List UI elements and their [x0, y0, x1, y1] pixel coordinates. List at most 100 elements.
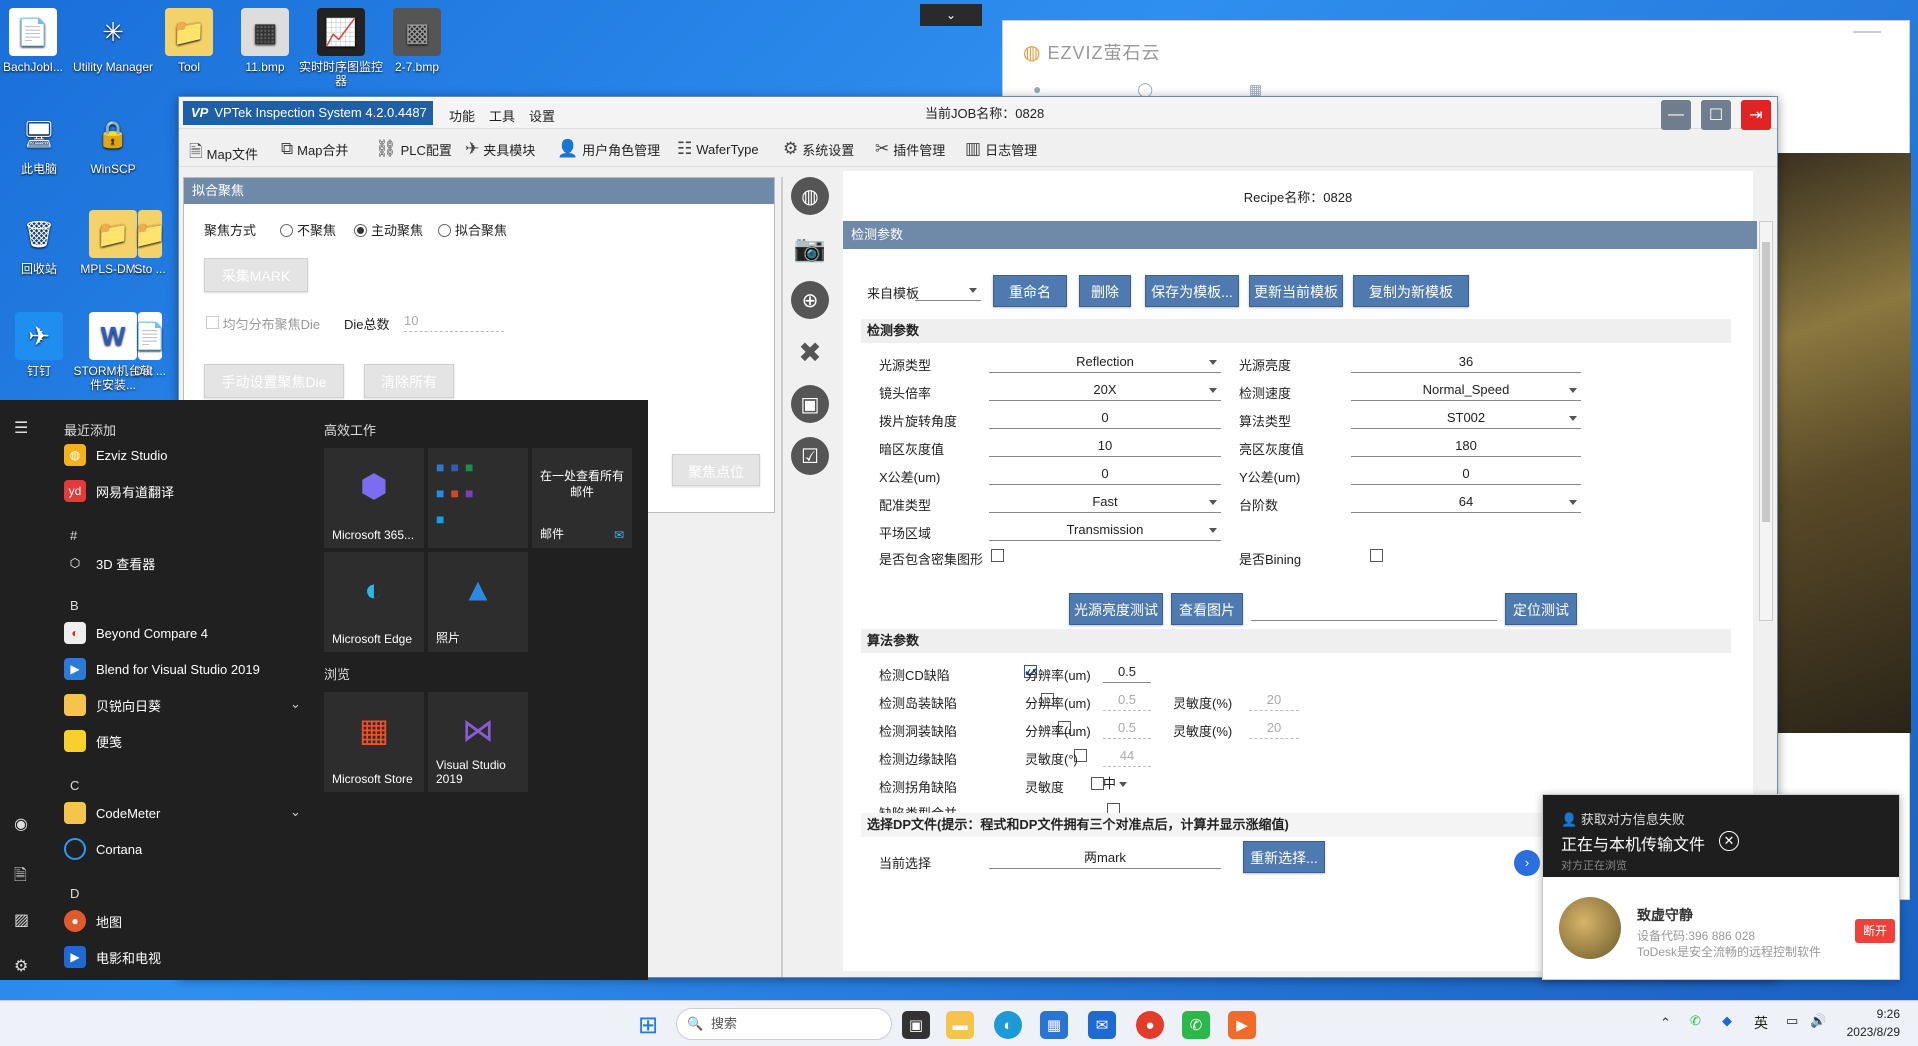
settings-gear-icon[interactable]: ⚙ [14, 956, 28, 976]
app-sticky-notes[interactable]: 便笺 [64, 730, 122, 752]
wafer-map-icon[interactable]: ◍ [791, 177, 829, 215]
menu-settings[interactable]: 设置 [529, 106, 555, 125]
tile-visual-studio[interactable]: ⋈ Visual Studio 2019 [428, 692, 528, 792]
tile-mail[interactable]: 在一处查看所有邮件 邮件 ✉ [532, 448, 632, 548]
app-codemeter[interactable]: CodeMeter [64, 802, 160, 824]
manual-focus-die-button[interactable]: 手动设置聚焦Die [204, 364, 344, 398]
app-cortana[interactable]: Cortana [64, 838, 142, 860]
taskbar-search-box[interactable]: 🔍 搜索 [676, 1008, 892, 1040]
desktop-icon-winscp[interactable]: 🔒 WinSCP [68, 110, 158, 176]
desktop-icon-bachjob[interactable]: 📄 BachJobI... [0, 8, 78, 74]
wechat-icon[interactable]: ✆ [1182, 1011, 1210, 1039]
recipe-scrollbar[interactable] [1759, 221, 1773, 621]
clock-time[interactable]: 9:26 [1840, 1007, 1900, 1021]
tile-photos[interactable]: ▲ 照片 [428, 552, 528, 652]
minimize-button[interactable]: — [1661, 100, 1691, 130]
template-select[interactable] [915, 281, 981, 301]
tray-wechat-icon[interactable]: ✆ [1690, 1013, 1701, 1029]
close-button[interactable]: ⇥ [1741, 100, 1771, 130]
light-source-type-select[interactable]: Reflection [989, 353, 1221, 373]
windows-start-icon[interactable]: ⊞ [634, 1011, 662, 1039]
task-view-icon[interactable]: ▣ [902, 1011, 930, 1039]
flat-field-select[interactable]: Transmission [989, 521, 1221, 541]
toolbar-log-manage[interactable]: ▥ 日志管理 [965, 139, 1037, 159]
chevron-down-icon[interactable]: ⌄ [920, 4, 982, 26]
clock-date[interactable]: 2023/8/29 [1830, 1025, 1900, 1039]
die-total-field[interactable]: 10 [404, 312, 504, 332]
ezviz-minimize-icon[interactable] [1853, 21, 1881, 33]
island-sensitivity-input[interactable]: 20 [1249, 691, 1299, 711]
app-beyond-compare[interactable]: ◐ Beyond Compare 4 [64, 622, 208, 644]
volume-icon[interactable]: 🔊 [1810, 1013, 1826, 1029]
tools-icon[interactable]: ✖ [791, 333, 829, 371]
clear-all-button[interactable]: 清除所有 [364, 364, 454, 398]
tray-app-icon[interactable]: ◆ [1722, 1013, 1732, 1029]
section-letter[interactable]: D [70, 886, 79, 901]
rotation-angle-input[interactable]: 0 [989, 409, 1221, 429]
detect-speed-select[interactable]: Normal_Speed [1351, 381, 1581, 401]
expand-chevron-icon[interactable]: ⌄ [290, 804, 301, 820]
hamburger-icon[interactable]: ☰ [14, 418, 28, 438]
dark-gray-input[interactable]: 10 [989, 437, 1221, 457]
light-brightness-input[interactable]: 36 [1351, 353, 1581, 373]
scroll-thumb[interactable] [1762, 242, 1770, 522]
copy-as-new-template-button[interactable]: 复制为新模板 [1353, 275, 1469, 307]
app-youdao[interactable]: yd 网易有道翻译 [64, 480, 174, 502]
y-tolerance-input[interactable]: 0 [1351, 465, 1581, 485]
view-image-button[interactable]: 查看图片 [1171, 593, 1243, 625]
light-brightness-test-button[interactable]: 光源亮度测试 [1069, 593, 1163, 625]
camera-icon[interactable]: 📷 [791, 229, 829, 267]
app-maps[interactable]: ● 地图 [64, 910, 122, 932]
app-ezviz-studio[interactable]: ◍ Ezviz Studio [64, 444, 168, 466]
hole-sensitivity-input[interactable]: 20 [1249, 719, 1299, 739]
todesk-expand-button[interactable]: › [1514, 850, 1540, 876]
update-template-button[interactable]: 更新当前模板 [1249, 275, 1343, 307]
bining-checkbox[interactable] [1369, 549, 1383, 562]
app-movies-tv[interactable]: ▶ 电影和电视 [64, 946, 161, 968]
collect-mark-button[interactable]: 采集MARK [204, 258, 308, 292]
todesk-close-icon[interactable]: ✕ [1719, 831, 1739, 851]
uniform-die-checkbox[interactable]: 均匀分布聚焦Die [206, 314, 320, 333]
toolbar-fixture-module[interactable]: ✈ 夹具模块 [465, 139, 535, 159]
bright-gray-input[interactable]: 180 [1351, 437, 1581, 457]
toolbar-map-file[interactable]: 🗎 Map文件 [189, 139, 258, 168]
hole-resolution-input[interactable]: 0.5 [1103, 719, 1151, 739]
desktop-icon-27bmp[interactable]: ▩ 2-7.bmp [372, 8, 462, 74]
toolbar-system-settings[interactable]: ⚙ 系统设置 [783, 139, 854, 159]
dense-pattern-checkbox[interactable] [991, 549, 1004, 562]
island-resolution-input[interactable]: 0.5 [1103, 691, 1151, 711]
app-blend-vs[interactable]: ▶ Blend for Visual Studio 2019 [64, 658, 260, 680]
edge-sensitivity-input[interactable]: 44 [1103, 747, 1151, 767]
menu-function[interactable]: 功能 [449, 106, 475, 125]
position-test-button[interactable]: 定位测试 [1505, 593, 1577, 625]
delete-button[interactable]: 删除 [1079, 275, 1131, 307]
toolbar-map-merge[interactable]: ⧉ Map合并 [281, 139, 348, 159]
tile-office-apps[interactable]: ■■■ ■■■ ■ [428, 448, 528, 548]
user-avatar-icon[interactable]: ◉ [14, 814, 28, 834]
radio-active-focus[interactable]: 主动聚焦 [354, 220, 423, 239]
toolbar-plc-config[interactable]: ⛓ PLC配置 [375, 139, 452, 159]
tile-edge[interactable]: ◐ Microsoft Edge [324, 552, 424, 652]
tile-microsoft-365[interactable]: ⬢ Microsoft 365... [324, 448, 424, 548]
expand-chevron-icon[interactable]: ⌄ [290, 696, 301, 712]
edge-icon[interactable]: ◐ [994, 1011, 1022, 1039]
toolbar-plugin-manage[interactable]: ✂ 插件管理 [875, 139, 945, 159]
image-analysis-icon[interactable]: ▣ [791, 385, 829, 423]
target-icon[interactable]: ⊕ [791, 281, 829, 319]
mail-icon[interactable]: ✉ [1088, 1011, 1116, 1039]
store-icon[interactable]: ▦ [1040, 1011, 1068, 1039]
disconnect-button[interactable]: 断开 [1855, 919, 1895, 943]
file-explorer-icon[interactable]: ▬ [946, 1011, 974, 1039]
focus-point-button[interactable]: 聚焦点位 [672, 454, 760, 486]
lens-magnification-select[interactable]: 20X [989, 381, 1221, 401]
image-path-field[interactable] [1251, 601, 1497, 621]
chrome-icon[interactable]: ● [1136, 1011, 1164, 1039]
todesk-icon[interactable]: ▶ [1228, 1011, 1256, 1039]
menu-tools[interactable]: 工具 [489, 106, 515, 125]
tray-chevron-up-icon[interactable]: ⌃ [1660, 1015, 1671, 1031]
documents-icon[interactable]: 🗎 [14, 864, 27, 891]
cd-resolution-input[interactable]: 0.5 [1103, 663, 1151, 683]
desktop-icon-dat[interactable]: 📄 Dat ... [130, 312, 170, 378]
app-sunlogin[interactable]: 贝锐向日葵 [64, 694, 161, 716]
ime-indicator[interactable]: 英 [1754, 1013, 1768, 1033]
